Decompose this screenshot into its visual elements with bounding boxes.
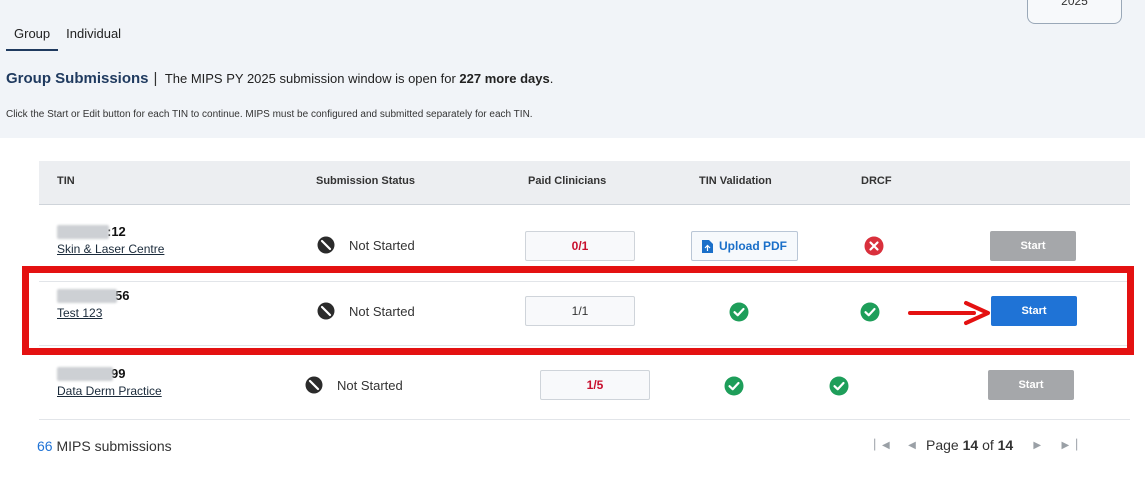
page-title: Group Submissions <box>6 70 149 87</box>
tin-cell: :12 Skin & Laser Centre <box>57 224 164 256</box>
tin-suffix: 99 <box>111 366 126 381</box>
practice-name-link[interactable]: Skin & Laser Centre <box>57 242 164 256</box>
page-of: of <box>982 437 994 453</box>
not-started-icon <box>305 376 323 394</box>
submission-status: Not Started <box>317 236 415 254</box>
paid-clinicians-box: 0/1 <box>525 231 635 261</box>
total-pages: 14 <box>997 437 1014 453</box>
last-page-icon[interactable]: ▶▕ <box>1059 440 1079 451</box>
current-page: 14 <box>962 437 979 453</box>
tin-cell: 99 Data Derm Practice <box>57 366 162 398</box>
column-header-validation: TIN Validation <box>699 175 772 187</box>
column-header-status: Submission Status <box>316 175 416 187</box>
instructions-text: Click the Start or Edit button for each … <box>6 109 533 120</box>
submission-status: Not Started <box>305 376 403 394</box>
first-page-icon[interactable]: ▏◀ <box>872 440 892 451</box>
program-year-select[interactable]: 2025 <box>1027 0 1122 24</box>
table-header: TIN Submission Status Paid Clinicians TI… <box>39 161 1130 205</box>
status-label: Not Started <box>337 377 403 393</box>
tab-group[interactable]: Group <box>6 24 59 51</box>
submission-count-number: 66 <box>37 438 53 454</box>
headline-separator: | <box>153 70 158 87</box>
submission-count-label: MIPS submissions <box>56 438 172 454</box>
drcf-check-icon <box>829 376 849 396</box>
page-headline: Group Submissions | The MIPS PY 2025 subm… <box>6 70 553 87</box>
column-header-drcf: DRCF <box>861 175 892 187</box>
window-text: The MIPS PY 2025 submission window is op… <box>164 71 456 86</box>
table-row: 99 Data Derm Practice Not Started 1/5 St… <box>39 352 1130 420</box>
submission-banner: 2025 Group Individual Group Submissions |… <box>0 0 1145 138</box>
practice-name-link[interactable]: Data Derm Practice <box>57 384 162 398</box>
paid-clinicians-box: 1/5 <box>540 370 650 400</box>
file-icon <box>702 239 713 253</box>
tab-individual[interactable]: Individual <box>58 24 129 51</box>
redacted-tin <box>57 366 113 381</box>
next-page-icon[interactable]: ▶ <box>1023 440 1051 451</box>
status-label: Not Started <box>349 237 415 253</box>
not-started-icon <box>317 236 335 254</box>
tin-suffix: :12 <box>107 224 126 239</box>
submission-type-tabs: Group Individual <box>6 24 129 51</box>
submission-count: 66 MIPS submissions <box>37 438 172 454</box>
window-text-end: . <box>549 71 554 86</box>
upload-pdf-label: Upload PDF <box>719 239 787 253</box>
tin-validation-check-icon <box>724 376 744 396</box>
upload-pdf-button[interactable]: Upload PDF <box>691 231 798 261</box>
page-label: Page <box>926 437 959 453</box>
pagination: ▏◀ ◀ Page 14 of 14 ▶ ▶▕ <box>872 437 1079 453</box>
start-button[interactable]: Start <box>990 231 1076 261</box>
start-button[interactable]: Start <box>988 370 1074 400</box>
drcf-error-icon <box>864 236 884 256</box>
previous-page-icon[interactable]: ◀ <box>898 440 926 451</box>
column-header-clinicians: Paid Clinicians <box>528 175 607 187</box>
redacted-tin <box>57 224 109 239</box>
arrow-annotation-icon <box>908 301 990 325</box>
days-remaining: 227 more days <box>459 71 550 86</box>
column-header-tin: TIN <box>57 175 75 187</box>
